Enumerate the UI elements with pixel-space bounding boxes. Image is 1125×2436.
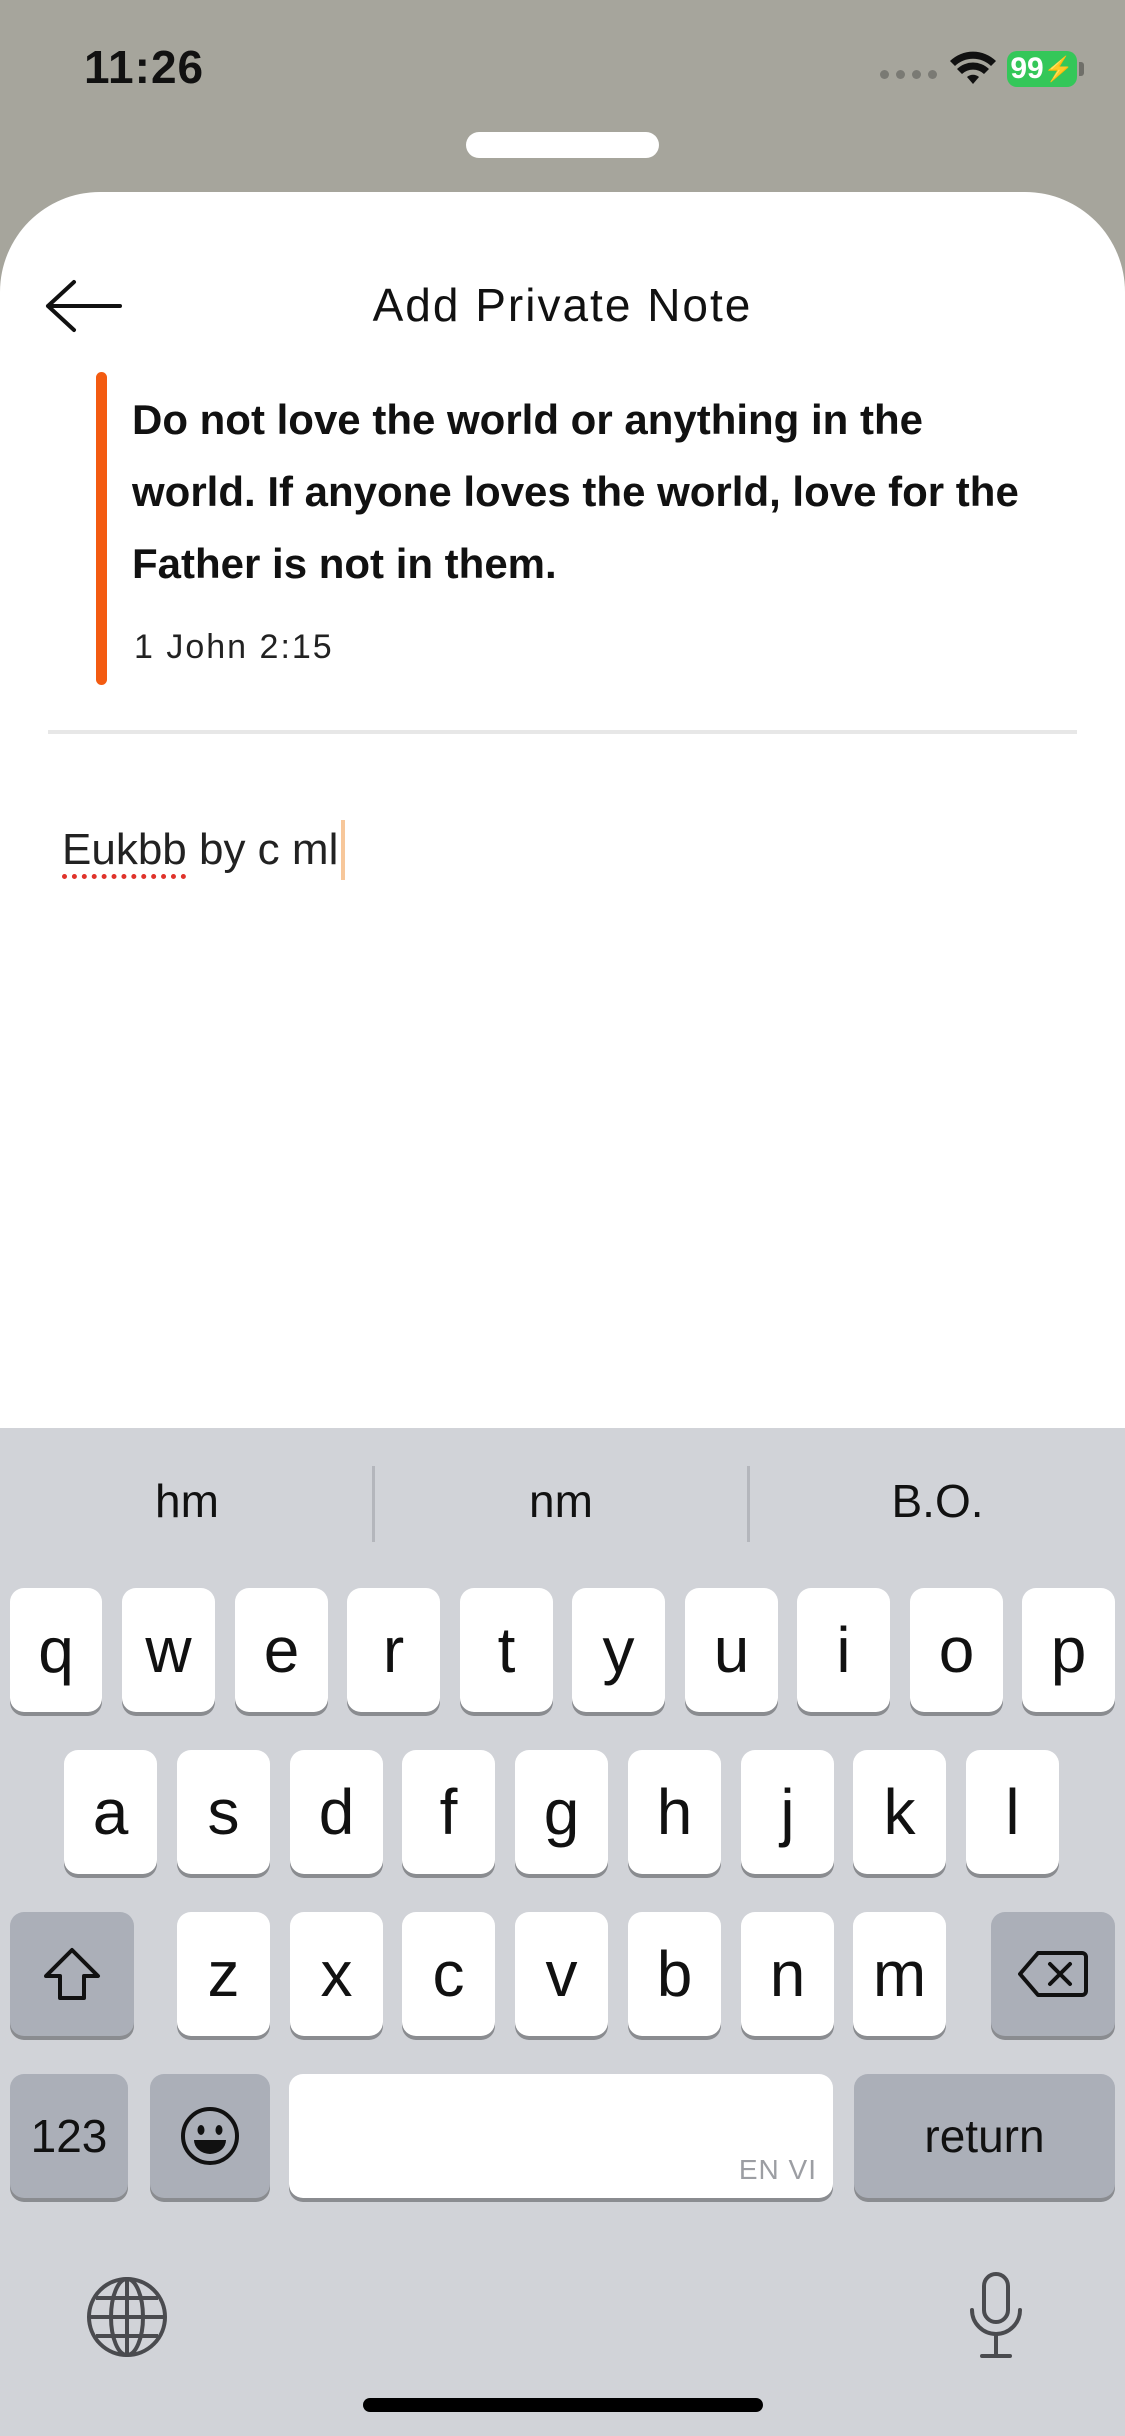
space-language-label: EN VI xyxy=(738,2154,817,2185)
misspelled-word[interactable]: Eukbb xyxy=(62,825,187,875)
key-z[interactable]: z xyxy=(177,1912,270,2036)
key-s[interactable]: s xyxy=(177,1750,270,1874)
microphone-icon[interactable] xyxy=(966,2270,1026,2364)
signal-icon xyxy=(880,70,937,79)
key-c[interactable]: c xyxy=(402,1912,495,2036)
page-title: Add Private Note xyxy=(372,279,753,331)
key-r[interactable]: r xyxy=(347,1588,440,1712)
key-a[interactable]: a xyxy=(64,1750,157,1874)
suggestion-3[interactable]: B.O. xyxy=(750,1436,1125,1566)
suggestion-1[interactable]: hm xyxy=(0,1436,374,1566)
shift-key[interactable] xyxy=(10,1912,134,2036)
battery-level: 99 xyxy=(1010,52,1044,85)
key-u[interactable]: u xyxy=(685,1588,778,1712)
shift-icon xyxy=(44,1948,100,2000)
emoji-key[interactable] xyxy=(150,2074,270,2198)
battery-nub xyxy=(1079,62,1084,76)
key-v[interactable]: v xyxy=(515,1912,608,2036)
key-h[interactable]: h xyxy=(628,1750,721,1874)
note-text: by c ml xyxy=(186,825,339,874)
divider xyxy=(48,730,1077,734)
delete-icon xyxy=(1018,1951,1088,1997)
key-w[interactable]: w xyxy=(122,1588,215,1712)
return-key[interactable]: return xyxy=(854,2074,1115,2198)
sheet-grabber[interactable] xyxy=(466,132,659,158)
note-text-field[interactable]: Eukbb by c ml xyxy=(62,818,346,882)
return-key-label: return xyxy=(924,2110,1045,2162)
emoji-icon xyxy=(181,2107,239,2165)
home-indicator[interactable] xyxy=(363,2398,763,2412)
key-f[interactable]: f xyxy=(402,1750,495,1874)
numbers-key[interactable]: 123 xyxy=(10,2074,128,2198)
key-t[interactable]: t xyxy=(460,1588,553,1712)
key-y[interactable]: y xyxy=(572,1588,665,1712)
verse-text: Do not love the world or anything in the… xyxy=(132,396,1019,587)
battery-icon: 99 ⚡ xyxy=(1007,51,1077,87)
key-b[interactable]: b xyxy=(628,1912,721,2036)
key-n[interactable]: n xyxy=(741,1912,834,2036)
wifi-icon xyxy=(950,51,996,84)
key-m[interactable]: m xyxy=(853,1912,946,2036)
key-x[interactable]: x xyxy=(290,1912,383,2036)
verse-accent-bar xyxy=(96,372,107,685)
verse-reference: 1 John 2:15 xyxy=(134,628,334,666)
key-o[interactable]: o xyxy=(910,1588,1003,1712)
key-k[interactable]: k xyxy=(853,1750,946,1874)
globe-icon[interactable] xyxy=(84,2274,170,2360)
space-key[interactable]: EN VI xyxy=(289,2074,833,2198)
numbers-key-label: 123 xyxy=(30,2110,108,2162)
key-i[interactable]: i xyxy=(797,1588,890,1712)
delete-key[interactable] xyxy=(991,1912,1115,2036)
key-d[interactable]: d xyxy=(290,1750,383,1874)
key-j[interactable]: j xyxy=(741,1750,834,1874)
key-e[interactable]: e xyxy=(235,1588,328,1712)
key-l[interactable]: l xyxy=(966,1750,1059,1874)
key-p[interactable]: p xyxy=(1022,1588,1115,1712)
suggestion-2[interactable]: nm xyxy=(374,1436,748,1566)
status-time: 11:26 xyxy=(84,41,205,93)
key-q[interactable]: q xyxy=(10,1588,102,1712)
key-g[interactable]: g xyxy=(515,1750,608,1874)
text-caret xyxy=(341,820,346,880)
